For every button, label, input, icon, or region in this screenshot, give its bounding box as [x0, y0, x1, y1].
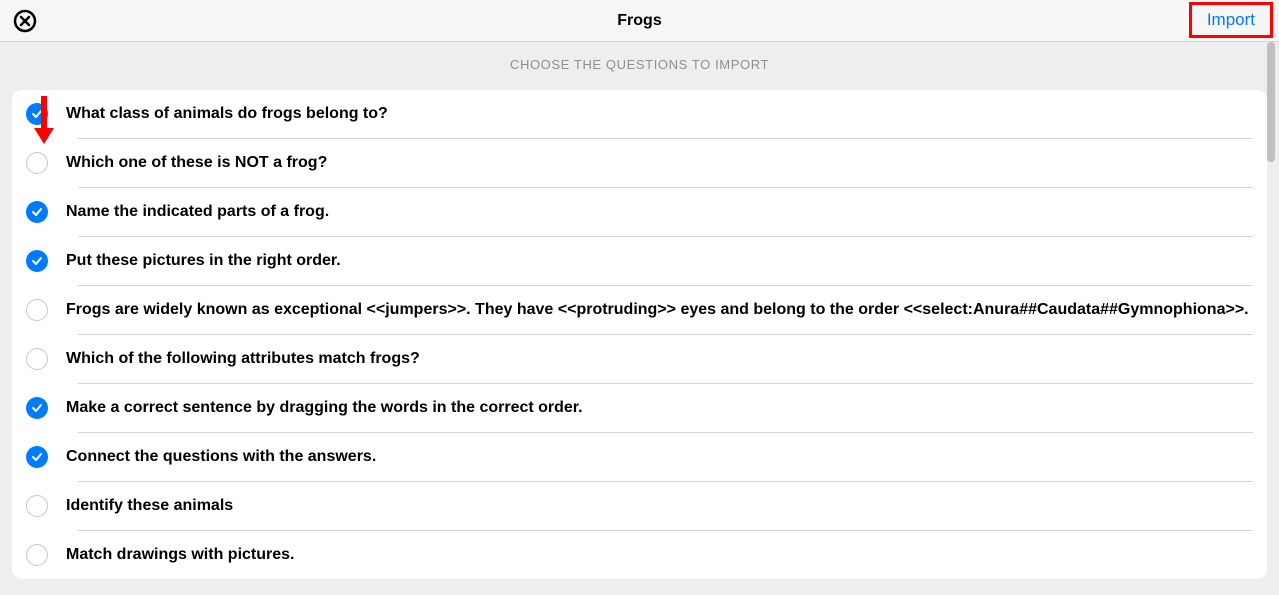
question-checkbox[interactable]: [26, 446, 48, 468]
checkmark-icon: [31, 206, 43, 218]
question-checkbox[interactable]: [26, 495, 48, 517]
question-text: Frogs are widely known as exceptional <<…: [66, 299, 1249, 321]
checkmark-icon: [31, 451, 43, 463]
list-item[interactable]: Match drawings with pictures.: [12, 531, 1267, 579]
question-checkbox[interactable]: [26, 397, 48, 419]
question-text: Put these pictures in the right order.: [66, 250, 341, 272]
question-text: Which one of these is NOT a frog?: [66, 152, 327, 174]
question-checkbox[interactable]: [26, 348, 48, 370]
list-item[interactable]: Name the indicated parts of a frog.: [12, 188, 1267, 236]
list-item[interactable]: Which of the following attributes match …: [12, 335, 1267, 383]
list-item[interactable]: Put these pictures in the right order.: [12, 237, 1267, 285]
content-area: CHOOSE THE QUESTIONS TO IMPORT What clas…: [0, 42, 1279, 595]
list-item[interactable]: Make a correct sentence by dragging the …: [12, 384, 1267, 432]
question-text: Match drawings with pictures.: [66, 544, 294, 566]
checkmark-icon: [31, 108, 43, 120]
subheader: CHOOSE THE QUESTIONS TO IMPORT: [0, 42, 1279, 90]
list-item[interactable]: Which one of these is NOT a frog?: [12, 139, 1267, 187]
question-checkbox[interactable]: [26, 299, 48, 321]
question-text: Make a correct sentence by dragging the …: [66, 397, 583, 419]
question-checkbox[interactable]: [26, 103, 48, 125]
question-checkbox[interactable]: [26, 544, 48, 566]
checkmark-icon: [31, 255, 43, 267]
close-icon: [13, 9, 37, 33]
question-text: What class of animals do frogs belong to…: [66, 103, 388, 125]
question-text: Connect the questions with the answers.: [66, 446, 376, 468]
header: Frogs Import: [0, 0, 1279, 42]
question-checkbox[interactable]: [26, 250, 48, 272]
questions-list: What class of animals do frogs belong to…: [12, 90, 1267, 579]
list-item[interactable]: Identify these animals: [12, 482, 1267, 530]
import-highlight-box: Import: [1189, 2, 1273, 38]
import-button[interactable]: Import: [1197, 6, 1265, 34]
close-button[interactable]: [12, 8, 38, 34]
list-item[interactable]: Frogs are widely known as exceptional <<…: [12, 286, 1267, 334]
question-checkbox[interactable]: [26, 152, 48, 174]
list-item[interactable]: Connect the questions with the answers.: [12, 433, 1267, 481]
question-text: Name the indicated parts of a frog.: [66, 201, 329, 223]
page-title: Frogs: [617, 12, 661, 30]
subheader-text: CHOOSE THE QUESTIONS TO IMPORT: [510, 57, 769, 72]
scrollbar[interactable]: [1267, 42, 1275, 162]
question-text: Which of the following attributes match …: [66, 348, 420, 370]
question-text: Identify these animals: [66, 495, 233, 517]
checkmark-icon: [31, 402, 43, 414]
question-checkbox[interactable]: [26, 201, 48, 223]
list-item[interactable]: What class of animals do frogs belong to…: [12, 90, 1267, 138]
